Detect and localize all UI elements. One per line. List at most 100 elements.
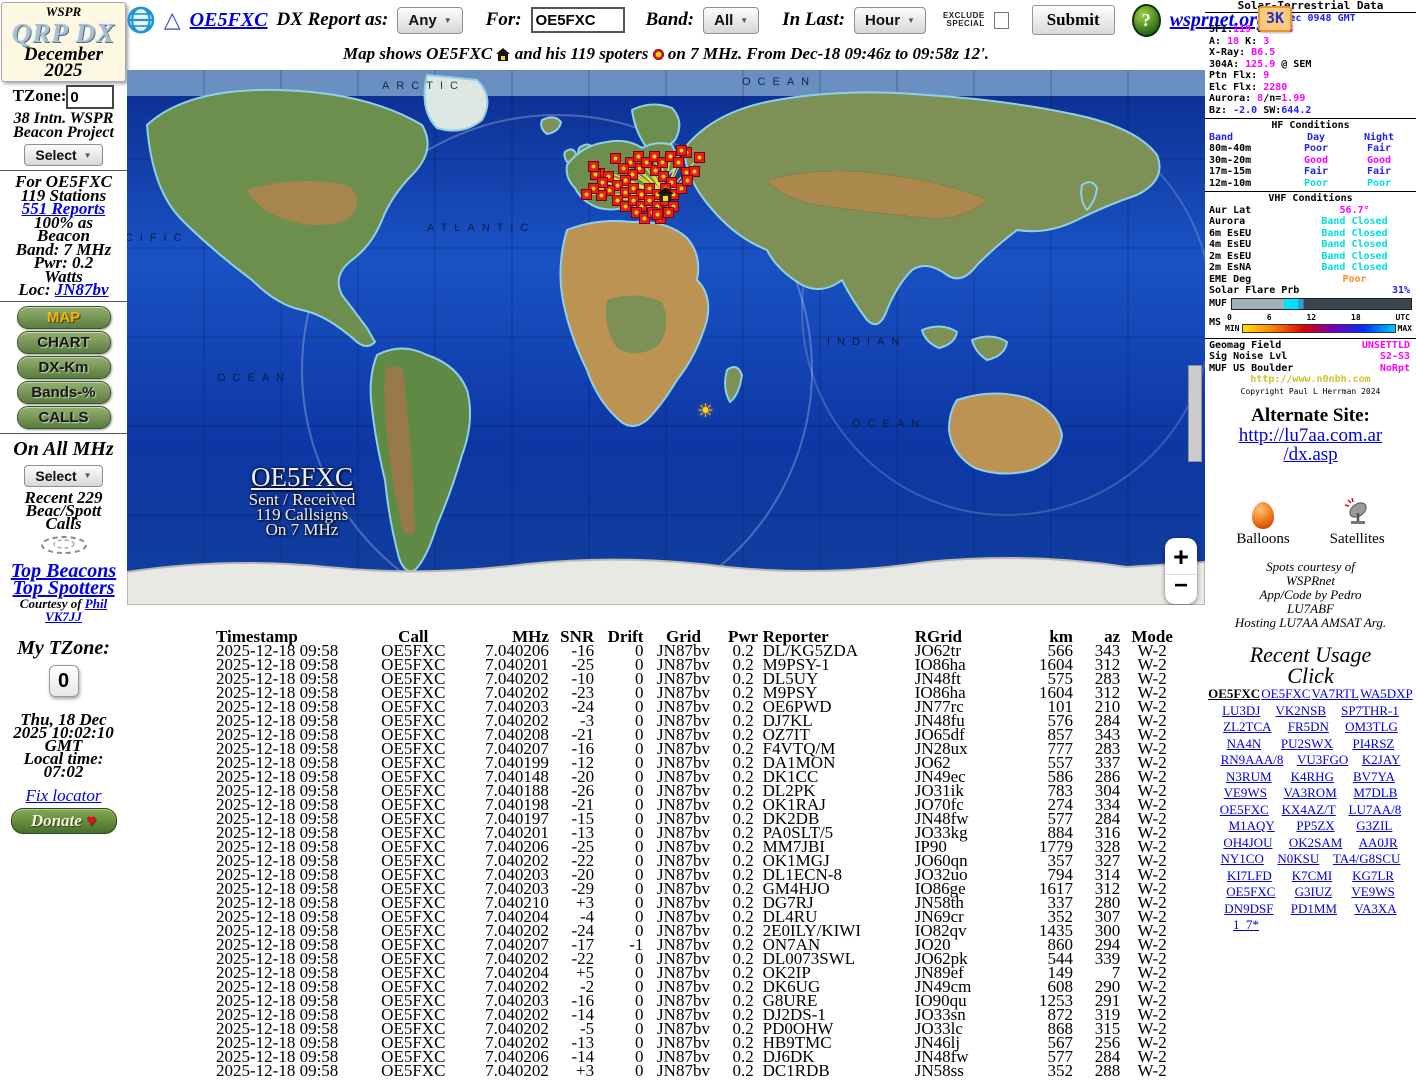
recent-usage-link[interactable]: OH4JOU bbox=[1223, 835, 1272, 852]
loc-label: Loc: bbox=[18, 280, 51, 299]
recent-usage-link[interactable]: VA7RTL bbox=[1312, 686, 1359, 703]
muf-bar bbox=[1231, 297, 1412, 310]
tzone-input[interactable] bbox=[66, 85, 115, 109]
spotter-marker[interactable] bbox=[676, 145, 687, 156]
recent-usage-link[interactable]: VK2NSB bbox=[1275, 703, 1326, 720]
recent-usage-link[interactable]: AA0JR bbox=[1359, 835, 1398, 852]
recent-usage-link[interactable]: DN9DSF bbox=[1224, 901, 1273, 918]
recent-usage-link[interactable]: ZL2TCA bbox=[1223, 719, 1271, 736]
view-button-map[interactable]: MAP bbox=[16, 305, 111, 329]
map-scrollbar-thumb[interactable] bbox=[1188, 365, 1202, 462]
view-button-chart[interactable]: CHART bbox=[16, 330, 111, 354]
spotter-marker[interactable] bbox=[673, 157, 684, 168]
balloon-icon[interactable] bbox=[1252, 502, 1274, 529]
recent-usage-link[interactable]: KX4AZ/T bbox=[1282, 802, 1336, 819]
vhf-condition-row: 2m EsNA Band Closed bbox=[1209, 262, 1388, 273]
recent-usage-link[interactable]: VA3XA bbox=[1354, 901, 1396, 918]
recent-usage-link[interactable]: OE5FXC bbox=[1261, 686, 1310, 703]
recent-usage-link[interactable]: TA4/G8SCU bbox=[1333, 851, 1401, 868]
recent-usage-link[interactable]: FR5DN bbox=[1288, 719, 1329, 736]
recent-usage-link[interactable]: WA5DXP bbox=[1360, 686, 1413, 703]
recent-usage-link[interactable]: G3ZIL bbox=[1356, 818, 1392, 835]
n0nbh-link[interactable]: http://www.n0nbh.com bbox=[1205, 374, 1416, 386]
recent-usage-link[interactable]: RN9AAA/8 bbox=[1221, 752, 1284, 769]
recent-usage-link[interactable]: NA4N bbox=[1227, 736, 1262, 753]
courtesy-vk7jj-link[interactable]: VK7JJ bbox=[45, 609, 82, 624]
recent-usage-link[interactable]: 1_7* bbox=[1233, 917, 1259, 934]
divider bbox=[1205, 337, 1416, 339]
recent-usage-link[interactable]: KI7LFD bbox=[1227, 868, 1272, 885]
recent-usage-link[interactable]: OK2SAM bbox=[1289, 835, 1342, 852]
recent-usage-link[interactable]: OE5FXC bbox=[1220, 802, 1269, 819]
recent-usage-link[interactable]: PU2SWX bbox=[1281, 736, 1333, 753]
my-tzone-button[interactable]: 0 bbox=[48, 664, 79, 697]
recent-usage-link[interactable]: OE5FXC bbox=[1208, 686, 1260, 703]
recent-usage-link[interactable]: VA3ROM bbox=[1284, 785, 1337, 802]
view-button-bands[interactable]: Bands-% bbox=[16, 380, 111, 404]
spotter-marker[interactable] bbox=[581, 189, 592, 200]
map-zoom-in-button[interactable]: + bbox=[1165, 538, 1197, 574]
all-mhz-select[interactable]: Select ▼ bbox=[24, 464, 103, 487]
satellite-dish-icon[interactable] bbox=[1342, 496, 1372, 526]
recent-usage-link[interactable]: G3IUZ bbox=[1295, 884, 1333, 901]
recent-usage-link[interactable]: VE9WS bbox=[1351, 884, 1394, 901]
tzone-label: TZone: bbox=[12, 85, 67, 105]
fix-locator-link[interactable]: Fix locator bbox=[0, 786, 127, 806]
recent-usage-link[interactable]: N0KSU bbox=[1277, 851, 1319, 868]
recent-usage-link[interactable]: M7DLB bbox=[1353, 785, 1397, 802]
hf-condition-row: 17m-15m Fair Fair bbox=[1209, 166, 1392, 177]
triangle-icon: △ bbox=[163, 7, 181, 32]
flare-value: 31% bbox=[1391, 285, 1410, 296]
recent-usage-link[interactable]: VE9WS bbox=[1224, 785, 1267, 802]
sun-marker-icon[interactable]: ☀ bbox=[697, 400, 714, 422]
recent-usage-link[interactable]: PI4RSZ bbox=[1352, 736, 1394, 753]
in-last-select[interactable]: Hour ▼ bbox=[854, 6, 926, 34]
recent-usage-link[interactable]: LU3DJ bbox=[1222, 703, 1260, 720]
view-button-dxkm[interactable]: DX-Km bbox=[16, 355, 111, 379]
view-button-calls[interactable]: CALLS bbox=[16, 405, 111, 429]
right-sidebar: Solar-Terrestrial Data 18 Dec 0948 GMT 3… bbox=[1205, 0, 1416, 1080]
recent-usage-link[interactable]: KG7LR bbox=[1352, 868, 1394, 885]
recent-usage-link[interactable]: OE5FXC bbox=[1226, 884, 1275, 901]
recent-usage-link[interactable]: K2JAY bbox=[1362, 752, 1401, 769]
spotter-marker[interactable] bbox=[694, 152, 705, 163]
recent-usage-link[interactable]: VU3FGO bbox=[1297, 752, 1348, 769]
beacon-project-select[interactable]: Select ▼ bbox=[24, 144, 103, 166]
submit-button[interactable]: Submit bbox=[1031, 5, 1115, 35]
spotter-marker[interactable] bbox=[682, 175, 693, 186]
recent-usage-link[interactable]: N3RUM bbox=[1226, 769, 1272, 786]
recent-usage-link[interactable]: PD1MM bbox=[1291, 901, 1337, 918]
locator-link[interactable]: JN87bv bbox=[55, 280, 109, 299]
recent-usage-link[interactable]: SP7THR-1 bbox=[1341, 703, 1399, 720]
recent-usage-link[interactable]: LU7AA/8 bbox=[1349, 802, 1402, 819]
exclude-special-checkbox[interactable] bbox=[993, 11, 1009, 29]
map-zoom-out-button[interactable]: − bbox=[1165, 574, 1197, 601]
recent-usage-link[interactable]: K4RHG bbox=[1291, 769, 1334, 786]
recent-usage-link[interactable]: OM3TLG bbox=[1345, 719, 1398, 736]
band-select[interactable]: All ▼ bbox=[703, 6, 760, 34]
help-icon[interactable]: ? bbox=[1131, 3, 1161, 37]
recent-usage-link[interactable]: M1AQY bbox=[1229, 818, 1275, 835]
caption-text-post: on 7 MHz. From Dec-18 09:46z to 09:58z 1… bbox=[667, 44, 990, 63]
divider bbox=[1205, 191, 1416, 192]
spotter-marker[interactable] bbox=[652, 209, 663, 220]
beacon-home-icon[interactable] bbox=[657, 187, 674, 202]
recent-usage-link[interactable]: K7CMI bbox=[1292, 868, 1332, 885]
recent-usage-link[interactable]: PP5ZX bbox=[1296, 818, 1334, 835]
recent-usage-link[interactable]: BV7YA bbox=[1353, 769, 1395, 786]
world-map[interactable]: ARCTIC OCEAN ATLANTIC PACIFIC OCEAN INDI… bbox=[127, 70, 1205, 605]
page-size-badge[interactable]: 3K bbox=[1258, 6, 1292, 32]
spotter-marker[interactable] bbox=[588, 161, 599, 172]
satellites-label: Satellites bbox=[1329, 531, 1385, 547]
report-as-select[interactable]: Any ▼ bbox=[397, 6, 463, 34]
spotter-marker[interactable] bbox=[663, 207, 674, 218]
header-callsign-link[interactable]: OE5FXC bbox=[190, 9, 268, 32]
courtesy-phil-link[interactable]: Phil bbox=[85, 596, 107, 611]
recent-usage-link[interactable]: NY1CO bbox=[1221, 851, 1264, 868]
hf-condition-row: 80m-40m Poor Fair bbox=[1209, 143, 1392, 154]
spotter-marker[interactable] bbox=[618, 163, 629, 174]
callsign-input[interactable] bbox=[530, 7, 625, 33]
donate-button[interactable]: Donate ♥ bbox=[10, 807, 117, 834]
alternate-site-link2[interactable]: /dx.asp bbox=[1283, 444, 1337, 465]
alternate-site-link[interactable]: http://lu7aa.com.ar bbox=[1239, 425, 1383, 446]
